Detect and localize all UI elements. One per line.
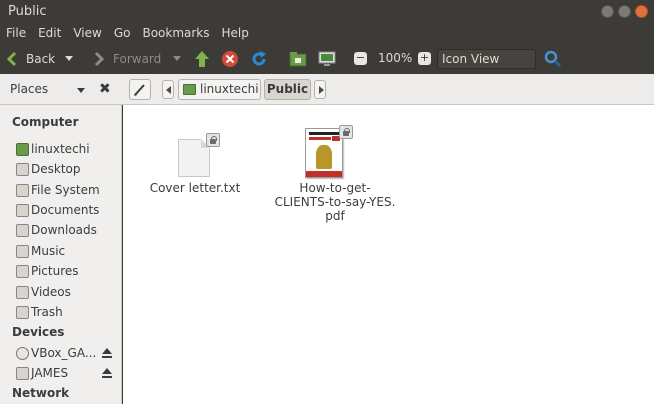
- pencil-icon: [134, 84, 145, 96]
- sidebar-item-label: Pictures: [31, 264, 79, 278]
- sidebar-mode-dropdown[interactable]: [77, 88, 85, 93]
- breadcrumb-home-label: linuxtechi: [200, 82, 259, 96]
- sidebar-item-label: JAMES: [31, 366, 69, 380]
- zoom-out-button[interactable]: −: [354, 52, 367, 65]
- view-mode-select[interactable]: Icon View: [437, 49, 536, 69]
- eject-icon[interactable]: [101, 368, 113, 380]
- pictures-folder-icon: [16, 264, 29, 278]
- sidebar-item-filesystem[interactable]: File System: [16, 180, 100, 200]
- back-arrow-icon: [6, 51, 17, 66]
- downloads-folder-icon: [16, 223, 29, 237]
- window-controls: [601, 5, 648, 18]
- file-item-pdf[interactable]: How-to-get- CLIENTS-to-say-YES. pdf: [265, 125, 405, 225]
- sidebar-item-videos[interactable]: Videos: [16, 282, 71, 302]
- section-devices: Devices: [12, 325, 65, 339]
- sidebar-item-label: Documents: [31, 203, 100, 217]
- trash-icon: [16, 305, 29, 319]
- sidebar-item-desktop[interactable]: Desktop: [16, 159, 81, 179]
- sidebar-item-downloads[interactable]: Downloads: [16, 220, 97, 240]
- file-name-line-2: CLIENTS-to-say-YES.: [274, 195, 396, 209]
- pdf-file-icon: [305, 128, 343, 178]
- zoom-in-button[interactable]: +: [418, 52, 431, 65]
- title-bar: Public: [0, 0, 654, 24]
- breadcrumb-scroll-left[interactable]: [162, 80, 174, 99]
- file-manager-window: Public File Edit View Go Bookmarks Help …: [0, 0, 654, 404]
- menu-edit[interactable]: Edit: [38, 24, 61, 43]
- file-name-line-1: How-to-get-: [299, 181, 371, 195]
- sidebar-item-label: Trash: [31, 305, 63, 319]
- sidebar-item-vbox[interactable]: VBox_GA...: [16, 343, 96, 363]
- toolbar: Back Forward − 100% + Icon View: [0, 43, 654, 74]
- documents-folder-icon: [16, 203, 29, 217]
- sidebar-item-music[interactable]: Music: [16, 241, 65, 261]
- sidebar-item-home[interactable]: linuxtechi: [16, 139, 90, 159]
- sidebar-item-label: linuxtechi: [31, 142, 90, 156]
- maximize-button[interactable]: [618, 5, 631, 18]
- music-folder-icon: [16, 244, 29, 258]
- breadcrumb-scroll-right[interactable]: [314, 80, 326, 99]
- breadcrumb-current-label: Public: [266, 82, 309, 96]
- sidebar-item-label: Videos: [31, 285, 71, 299]
- search-icon[interactable]: [544, 50, 562, 68]
- home-folder-icon: [183, 84, 196, 95]
- sidebar-item-james[interactable]: JAMES: [16, 363, 68, 383]
- sidebar-item-documents[interactable]: Documents: [16, 200, 99, 220]
- forward-label: Forward: [113, 51, 162, 66]
- eject-icon[interactable]: [101, 348, 113, 360]
- back-history-dropdown[interactable]: [65, 56, 74, 61]
- reload-icon[interactable]: [250, 50, 268, 68]
- harddisk-icon: [16, 183, 29, 197]
- close-sidebar-icon[interactable]: ✖: [99, 80, 111, 98]
- menu-help[interactable]: Help: [222, 24, 249, 43]
- breadcrumb-home[interactable]: linuxtechi: [178, 79, 261, 100]
- places-sidebar: Computer linuxtechi Desktop File System …: [0, 105, 122, 404]
- menu-view[interactable]: View: [73, 24, 101, 43]
- lock-icon: [339, 125, 353, 139]
- menu-file[interactable]: File: [6, 24, 26, 43]
- desktop-folder-icon: [16, 162, 29, 176]
- close-window-button[interactable]: [635, 5, 648, 18]
- removable-drive-icon: [16, 366, 29, 380]
- sidebar-item-label: File System: [31, 183, 100, 197]
- sidebar-item-label: Downloads: [31, 223, 97, 237]
- edit-location-button[interactable]: [129, 79, 151, 100]
- sidebar-item-pictures[interactable]: Pictures: [16, 261, 79, 281]
- lock-icon: [206, 133, 220, 147]
- optical-disc-icon: [16, 346, 29, 360]
- back-label: Back: [26, 51, 56, 66]
- file-view: Cover letter.txt How-to-get- CLIENTS-to-…: [123, 105, 654, 404]
- section-computer: Computer: [12, 115, 79, 129]
- videos-folder-icon: [16, 285, 29, 299]
- forward-history-dropdown[interactable]: [173, 56, 182, 61]
- up-arrow-icon[interactable]: [193, 50, 211, 68]
- home-folder-icon[interactable]: [289, 50, 307, 68]
- location-bar: Places ✖ linuxtechi Public: [0, 74, 654, 105]
- menu-bar: File Edit View Go Bookmarks Help: [0, 24, 654, 43]
- forward-button[interactable]: Forward: [93, 43, 182, 74]
- sidebar-mode-label[interactable]: Places: [10, 74, 48, 105]
- zoom-level: 100%: [378, 51, 413, 65]
- file-name: Cover letter.txt: [149, 181, 241, 195]
- sidebar-item-label: Desktop: [31, 162, 81, 176]
- file-name-line-3: pdf: [325, 209, 345, 223]
- sidebar-item-trash[interactable]: Trash: [16, 302, 63, 322]
- window-title: Public: [8, 4, 47, 19]
- home-folder-icon: [16, 142, 29, 156]
- forward-arrow-icon: [94, 51, 105, 66]
- file-item-cover-letter[interactable]: Cover letter.txt: [145, 129, 245, 199]
- computer-icon[interactable]: [318, 50, 336, 68]
- section-network: Network: [12, 386, 70, 400]
- stop-icon[interactable]: [221, 50, 239, 68]
- back-button[interactable]: Back: [6, 43, 74, 74]
- menu-go[interactable]: Go: [114, 24, 131, 43]
- sidebar-item-label: VBox_GA...: [31, 346, 97, 360]
- minimize-button[interactable]: [601, 5, 614, 18]
- breadcrumb-current[interactable]: Public: [264, 79, 311, 100]
- sidebar-item-label: Music: [31, 244, 66, 258]
- menu-bookmarks[interactable]: Bookmarks: [142, 24, 209, 43]
